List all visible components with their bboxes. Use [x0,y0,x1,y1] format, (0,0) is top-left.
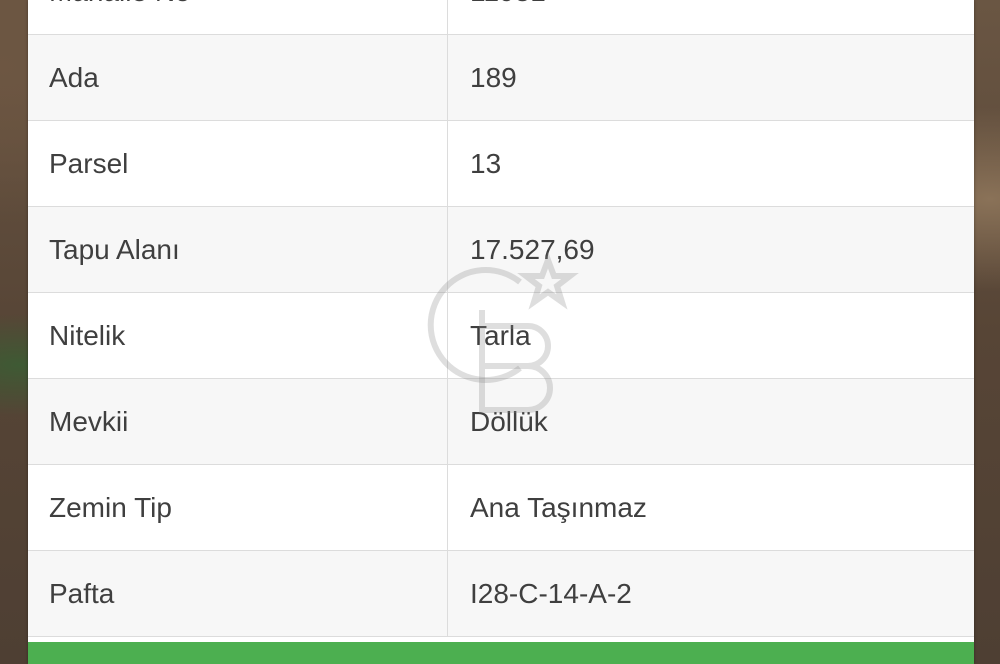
parcel-info-table: Mahalle No 11981 Ada 189 Parsel 13 Tapu … [28,0,974,637]
row-value: Döllük [470,405,548,437]
parcel-info-panel: Mahalle No 11981 Ada 189 Parsel 13 Tapu … [28,0,974,664]
table-row-ada: Ada 189 [28,35,974,121]
row-label: Nitelik [28,293,448,378]
table-row-pafta: Pafta I28-C-14-A-2 [28,551,974,637]
table-row-tapu-alani: Tapu Alanı 17.527,69 [28,207,974,293]
row-label: Parsel [28,121,448,206]
row-label: Mahalle No [28,0,448,34]
row-value: Tarla [470,319,531,351]
table-row-mahalle-no: Mahalle No 11981 [28,0,974,35]
table-row-mevkii: Mevkii Döllük [28,379,974,465]
row-label: Pafta [28,551,448,636]
table-row-zemin-tip: Zemin Tip Ana Taşınmaz [28,465,974,551]
row-label: Zemin Tip [28,465,448,550]
table-row-parsel: Parsel 13 [28,121,974,207]
row-value: I28-C-14-A-2 [470,577,632,609]
row-label: Ada [28,35,448,120]
row-value: 17.527,69 [470,233,595,265]
table-row-nitelik: Nitelik Tarla [28,293,974,379]
row-value: Ana Taşınmaz [470,491,647,523]
row-value: 11981 [448,0,974,34]
action-bar[interactable] [28,642,974,664]
row-label: Tapu Alanı [28,207,448,292]
row-label: Mevkii [28,379,448,464]
row-value: 13 [470,147,502,179]
row-value: 189 [470,61,517,93]
